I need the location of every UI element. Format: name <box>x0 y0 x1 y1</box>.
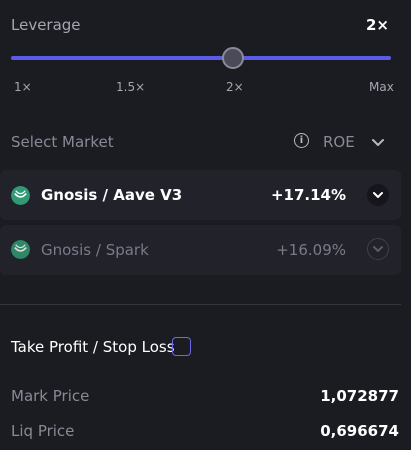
gnosis-logo-icon <box>11 240 30 259</box>
market-name: Gnosis / Spark <box>41 241 149 259</box>
chevron-down-icon[interactable] <box>370 134 386 150</box>
section-divider <box>0 304 401 305</box>
tick-1-5x[interactable]: 1.5× <box>116 80 145 94</box>
market-item-gnosis-spark[interactable]: Gnosis / Spark +16.09% <box>0 225 401 275</box>
liq-price-value: 0,696674 <box>320 422 399 440</box>
leverage-slider-thumb[interactable] <box>222 47 245 69</box>
select-market-title: Select Market <box>11 133 114 151</box>
leverage-slider[interactable] <box>11 47 391 69</box>
market-expand-button[interactable] <box>367 238 389 260</box>
chevron-down-icon <box>373 246 383 252</box>
market-item-gnosis-aave[interactable]: Gnosis / Aave V3 +17.14% <box>0 170 401 220</box>
leverage-value: 2× <box>365 16 389 34</box>
market-name: Gnosis / Aave V3 <box>41 186 183 204</box>
take-profit-stop-loss-label[interactable]: Take Profit / Stop Loss <box>11 338 175 356</box>
gnosis-logo-icon <box>11 186 30 205</box>
info-icon[interactable]: i <box>294 133 309 148</box>
market-expand-button[interactable] <box>367 184 389 206</box>
take-profit-stop-loss-checkbox[interactable] <box>172 337 191 356</box>
mark-price-value: 1,072877 <box>320 387 399 405</box>
tick-2x[interactable]: 2× <box>226 80 244 94</box>
roe-sort-label[interactable]: ROE <box>323 133 355 151</box>
mark-price-label: Mark Price <box>11 387 90 405</box>
liq-price-label: Liq Price <box>11 422 75 440</box>
market-roe: +16.09% <box>276 241 346 259</box>
tick-max[interactable]: Max <box>369 80 394 94</box>
tick-1x[interactable]: 1× <box>14 80 32 94</box>
leverage-title: Leverage <box>11 16 81 34</box>
market-roe: +17.14% <box>270 186 346 204</box>
chevron-down-icon <box>373 192 383 198</box>
leverage-slider-fill <box>11 56 391 60</box>
